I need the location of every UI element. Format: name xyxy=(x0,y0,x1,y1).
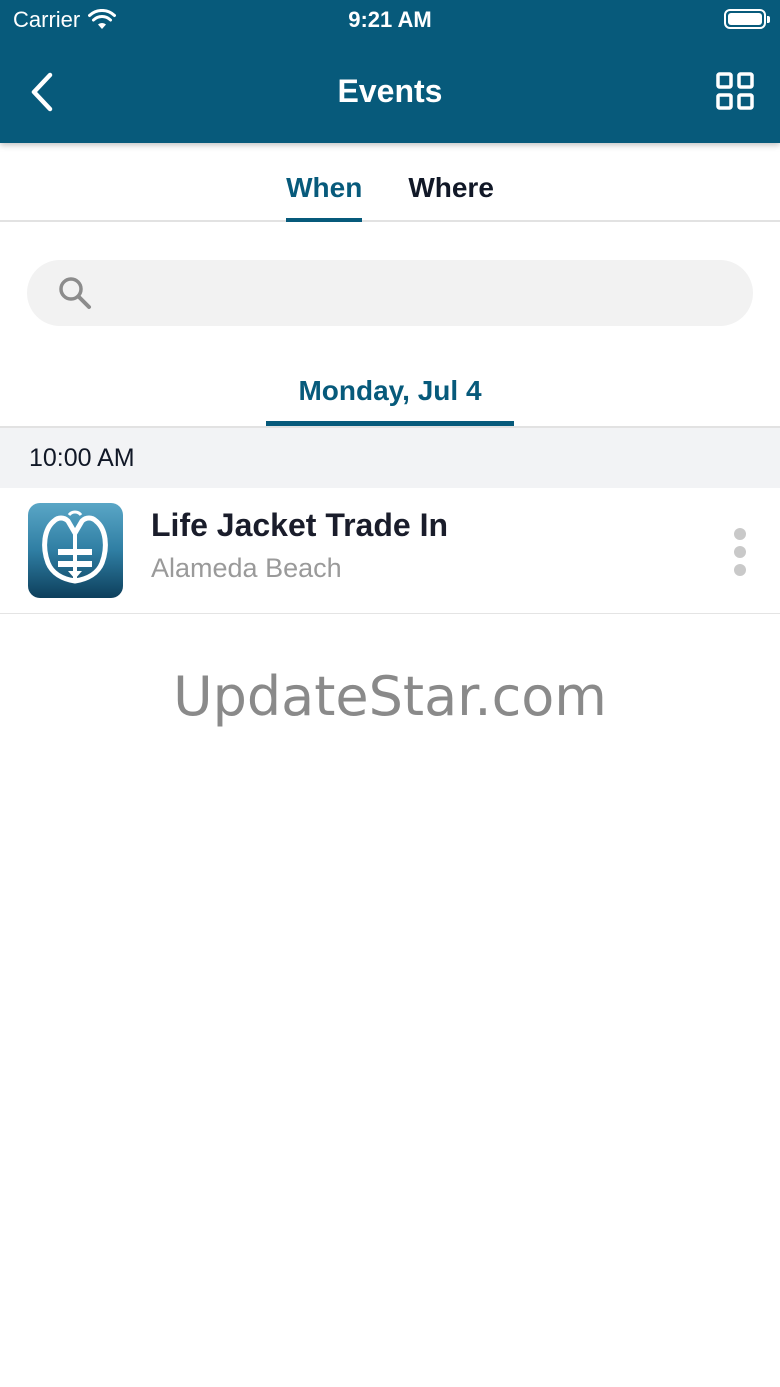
view-tabs: When Where xyxy=(0,143,780,222)
tab-when[interactable]: When xyxy=(286,143,363,222)
search-icon xyxy=(59,277,91,309)
event-title: Life Jacket Trade In xyxy=(151,507,449,543)
page-title: Events xyxy=(337,73,443,109)
more-dot xyxy=(734,564,746,576)
more-options-button[interactable] xyxy=(726,528,754,576)
life-jacket-icon xyxy=(28,503,123,598)
battery-icon xyxy=(724,9,770,29)
event-location: Alameda Beach xyxy=(151,553,342,583)
grid-view-button[interactable] xyxy=(716,72,754,110)
search-bar xyxy=(27,260,753,326)
watermark-text: UpdateStar.com xyxy=(173,665,607,728)
tab-where[interactable]: Where xyxy=(408,143,494,220)
more-dots-icon xyxy=(734,528,746,540)
grid-icon xyxy=(716,72,754,110)
event-list-item[interactable]: Life Jacket Trade In Alameda Beach xyxy=(0,488,780,614)
status-bar: Carrier 9:21 AM xyxy=(0,0,780,40)
event-thumbnail xyxy=(28,503,123,598)
more-dot xyxy=(734,546,746,558)
date-tab-selected[interactable]: Monday, Jul 4 xyxy=(266,362,514,426)
search-input[interactable] xyxy=(111,260,723,326)
nav-bar: Events xyxy=(0,40,780,143)
time-section-header: 10:00 AM xyxy=(0,428,780,488)
app-header: Carrier 9:21 AM Events xyxy=(0,0,780,143)
status-time: 9:21 AM xyxy=(348,7,432,32)
